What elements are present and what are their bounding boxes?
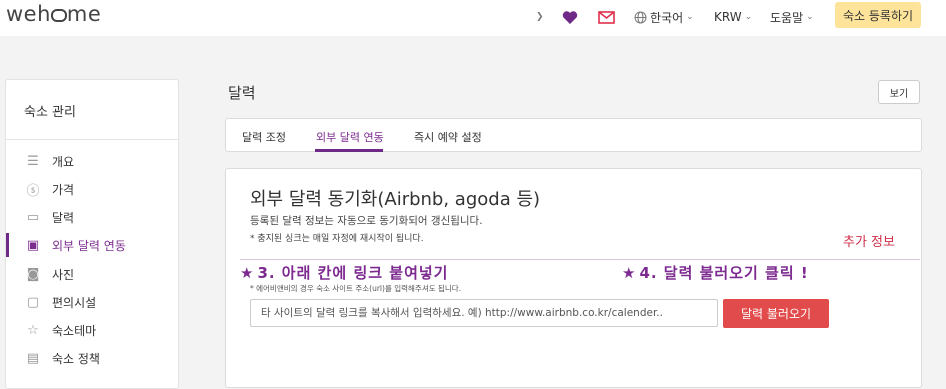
chevron-down-icon: ⌄ [806,12,814,22]
airbnb-hint: * 에어비앤비의 경우 숙소 사이트 주소(url)를 입력해주셔도 됩니다. [250,284,462,293]
currency-label: KRW [714,10,742,24]
sidebar-item-label: 개요 [52,154,75,169]
globe-icon [634,11,647,23]
wehome-logo[interactable]: weh me [6,2,101,26]
sidebar-item-label: 달력 [52,210,75,225]
sync-note: * 충지된 싱크는 매일 자정에 재시작이 됩니다. [250,234,424,244]
sidebar-title: 숙소 관리 [24,105,76,120]
document-icon: ▤ [26,350,40,366]
wishlist-heart-icon[interactable] [562,6,578,28]
star-icon: ☆ [27,322,39,338]
sidebar-item-label: 편의시설 [52,295,97,310]
camera-icon: ◙ [26,266,40,282]
star-icon: ★ [622,264,637,282]
page-title: 달력 [228,84,256,102]
language-label: 한국어 [650,10,684,25]
sidebar-item-calendar[interactable]: ▭ 달력 [6,205,178,229]
mail-icon[interactable] [598,6,615,28]
sync-description: 등록된 달력 정보는 자동으로 동기화되어 갱신됩니다. [250,215,483,227]
chevron-down-icon: ⌄ [686,12,694,22]
tab-calendar-adjust[interactable]: 달력 조정 [242,129,286,145]
sidebar-item-photos[interactable]: ◙ 사진 [6,262,178,286]
more-info-link[interactable]: 추가 정보 [843,231,895,250]
register-listing-button[interactable]: 숙소 등록하기 [835,2,921,28]
load-calendar-button[interactable]: 달력 불러오기 [723,299,829,328]
sidebar: 숙소 관리 ☰ 개요 ⓢ 가격 ▭ 달력 ▣ 외부 달력 연동 ◙ 사진 ▢ 편… [5,79,179,389]
annotation-underline [240,259,920,260]
step3-annotation: ★ 3. 아래 칸에 링크 붙여넣기 [240,262,448,283]
active-tab-indicator [315,149,383,152]
menu-icon: ☰ [27,153,39,169]
sidebar-item-label: 숙소 정책 [52,351,100,366]
step4-label: 4. 달력 불러오기 클릭 ! [639,264,809,282]
language-selector[interactable]: 한국어 ⌄ [634,6,694,28]
sidebar-item-label: 외부 달력 연동 [52,238,126,253]
tab-external-calendar[interactable]: 외부 달력 연동 [316,129,384,145]
sidebar-item-external-calendar[interactable]: ▣ 외부 달력 연동 [6,233,178,257]
sidebar-item-price[interactable]: ⓢ 가격 [6,177,178,201]
sidebar-item-overview[interactable]: ☰ 개요 [6,149,178,173]
divider [6,139,178,140]
currency-selector[interactable]: KRW ⌄ [714,6,752,28]
dollar-icon: ⓢ [26,183,40,199]
calendar-sync-icon: ▣ [26,237,40,253]
calendar-url-input[interactable] [250,299,718,327]
sidebar-item-label: 가격 [52,182,75,197]
step3-label: 3. 아래 칸에 링크 붙여넣기 [257,264,449,282]
tab-bar: 달력 조정 외부 달력 연동 즉시 예약 설정 [225,118,922,152]
card-title: 외부 달력 동기화(Airbnb, agoda 등) [250,189,541,210]
chevron-down-icon: ⌄ [744,12,753,22]
sidebar-item-label: 사진 [52,267,75,282]
sidebar-item-policy[interactable]: ▤ 숙소 정책 [6,346,178,370]
top-navbar: weh me ❯ 한국어 ⌄ KRW ⌄ 도움말 ⌄ 숙소 등록하기 [0,0,946,36]
sidebar-item-amenities[interactable]: ▢ 편의시설 [6,290,178,314]
sidebar-item-label: 숙소테마 [52,323,97,338]
dropdown-toggle[interactable]: ❯ [533,6,544,28]
help-label: 도움말 [770,10,804,25]
tab-instant-booking[interactable]: 즉시 예약 설정 [414,129,482,145]
star-icon: ★ [240,264,255,282]
tv-icon: ▢ [26,294,40,310]
sidebar-item-theme[interactable]: ☆ 숙소테마 [6,318,178,342]
step4-annotation: ★ 4. 달력 불러오기 클릭 ! [622,262,809,283]
chevron-down-icon: ❯ [536,12,544,22]
view-button[interactable]: 보기 [878,80,920,104]
help-menu[interactable]: 도움말 ⌄ [770,6,814,28]
calendar-icon: ▭ [26,209,40,225]
